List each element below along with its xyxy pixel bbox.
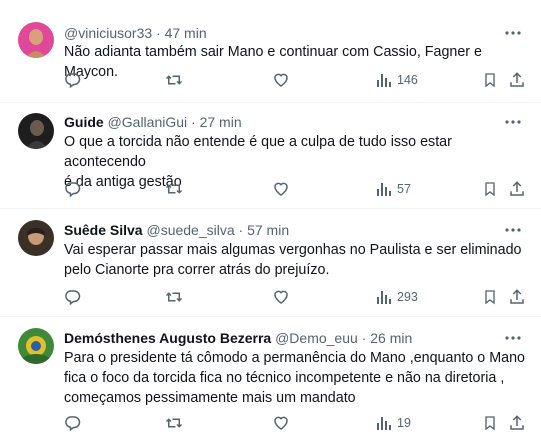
share-icon	[510, 289, 524, 304]
views-count: 146	[397, 73, 418, 87]
tweet[interactable]: @viniciusor33 · 47 min Não adianta també…	[0, 0, 541, 103]
separator-dot: ·	[238, 222, 244, 238]
avatar[interactable]	[18, 113, 54, 149]
reply-button[interactable]	[63, 288, 81, 306]
bookmark-icon	[485, 182, 495, 197]
reply-button[interactable]	[63, 180, 81, 198]
reply-icon	[65, 290, 81, 306]
share-button[interactable]	[508, 71, 526, 89]
bookmark-button[interactable]	[482, 414, 498, 432]
tweet-header: Demósthenes Augusto Bezerra @Demo_euu · …	[64, 329, 412, 347]
more-icon[interactable]	[503, 113, 523, 131]
tweet-header: Guide @GallaniGui · 27 min	[64, 113, 242, 131]
display-name[interactable]: Demósthenes Augusto Bezerra	[64, 330, 271, 346]
more-icon[interactable]	[503, 329, 523, 347]
tweet-text-line: Para o presidente tá cômodo a permanênci…	[64, 350, 525, 366]
more-icon[interactable]	[503, 221, 523, 239]
tweet-time[interactable]: 47 min	[165, 25, 207, 41]
tweet-text-line: é da antiga gestão	[64, 174, 182, 190]
user-handle[interactable]: @suede_silva	[146, 222, 234, 238]
views-icon	[377, 183, 391, 196]
separator-dot: ·	[191, 114, 196, 130]
bookmark-icon	[485, 290, 495, 305]
bookmark-icon	[485, 416, 495, 431]
bookmark-button[interactable]	[482, 71, 498, 89]
share-icon	[510, 181, 524, 196]
retweet-button[interactable]	[164, 71, 184, 89]
display-name[interactable]: Guide	[64, 114, 104, 130]
like-button[interactable]	[272, 71, 290, 89]
views-count: 57	[397, 182, 411, 196]
tweet-text: O que a torcida não entende é que a culp…	[64, 132, 529, 192]
tweet-text: Para o presidente tá cômodo a permanênci…	[64, 348, 529, 408]
reply-button[interactable]	[63, 71, 81, 89]
tweet[interactable]: Suêde Silva @suede_silva · 57 min Vai es…	[0, 209, 541, 317]
avatar[interactable]	[18, 22, 54, 58]
avatar[interactable]	[18, 220, 54, 256]
tweet[interactable]: Demósthenes Augusto Bezerra @Demo_euu · …	[0, 317, 541, 443]
tweet-text-line: O que a torcida não entende é que a culp…	[64, 134, 452, 170]
views-button[interactable]: 19	[376, 414, 411, 432]
reply-button[interactable]	[63, 414, 81, 432]
user-handle[interactable]: @Demo_euu	[275, 330, 358, 346]
like-icon	[274, 73, 288, 87]
share-button[interactable]	[508, 288, 526, 306]
display-name[interactable]: Suêde Silva	[64, 222, 143, 238]
timeline-feed: @viniciusor33 · 47 min Não adianta també…	[0, 0, 541, 443]
user-handle[interactable]: @viniciusor33	[64, 25, 152, 41]
retweet-icon	[165, 75, 183, 85]
retweet-icon	[165, 184, 183, 194]
views-button[interactable]: 57	[376, 180, 411, 198]
views-icon	[377, 417, 391, 430]
user-handle[interactable]: @GallaniGui	[108, 114, 188, 130]
views-count: 293	[397, 290, 418, 304]
tweet-time[interactable]: 26 min	[370, 330, 412, 346]
views-button[interactable]: 146	[376, 71, 418, 89]
retweet-icon	[165, 292, 183, 302]
retweet-button[interactable]	[164, 288, 184, 306]
share-button[interactable]	[508, 180, 526, 198]
views-count: 19	[397, 416, 411, 430]
tweet-time[interactable]: 27 min	[200, 114, 242, 130]
tweet-text-line: Não adianta também sair Mano e continuar…	[64, 44, 482, 80]
tweet-text: Vai esperar passar mais algumas vergonha…	[64, 240, 529, 280]
views-icon	[377, 291, 391, 304]
more-icon[interactable]	[503, 24, 523, 42]
views-button[interactable]: 293	[376, 288, 418, 306]
bookmark-button[interactable]	[482, 180, 498, 198]
like-button[interactable]	[272, 180, 290, 198]
reply-icon	[65, 182, 81, 198]
share-icon	[510, 72, 524, 87]
like-button[interactable]	[272, 288, 290, 306]
tweet-text-line: Vai esperar passar mais algumas vergonha…	[64, 242, 522, 258]
retweet-button[interactable]	[164, 180, 184, 198]
tweet-header: Suêde Silva @suede_silva · 57 min	[64, 221, 289, 239]
tweet-text-line: pelo Cianorte pra correr atrás do prejuí…	[64, 262, 330, 278]
retweet-button[interactable]	[164, 414, 184, 432]
share-button[interactable]	[508, 414, 526, 432]
retweet-icon	[165, 418, 183, 428]
like-button[interactable]	[272, 414, 290, 432]
like-icon	[274, 416, 288, 430]
separator-dot: ·	[156, 25, 161, 41]
avatar[interactable]	[18, 328, 54, 364]
tweet-header: @viniciusor33 · 47 min	[64, 24, 207, 42]
tweet-text: Não adianta também sair Mano e continuar…	[64, 42, 529, 82]
bookmark-button[interactable]	[482, 288, 498, 306]
like-icon	[274, 290, 288, 304]
reply-icon	[65, 73, 81, 89]
tweet-text-line: começamos pessimamente mais um mandato	[64, 390, 356, 406]
tweet-time[interactable]: 57 min	[247, 222, 289, 238]
reply-icon	[65, 416, 81, 432]
views-icon	[377, 74, 391, 87]
tweet-text-line: fica o foco da torcida fica no técnico i…	[64, 370, 505, 386]
bookmark-icon	[485, 73, 495, 88]
tweet[interactable]: Guide @GallaniGui · 27 min O que a torci…	[0, 103, 541, 209]
share-icon	[510, 415, 524, 430]
like-icon	[274, 182, 288, 196]
separator-dot: ·	[361, 330, 367, 346]
